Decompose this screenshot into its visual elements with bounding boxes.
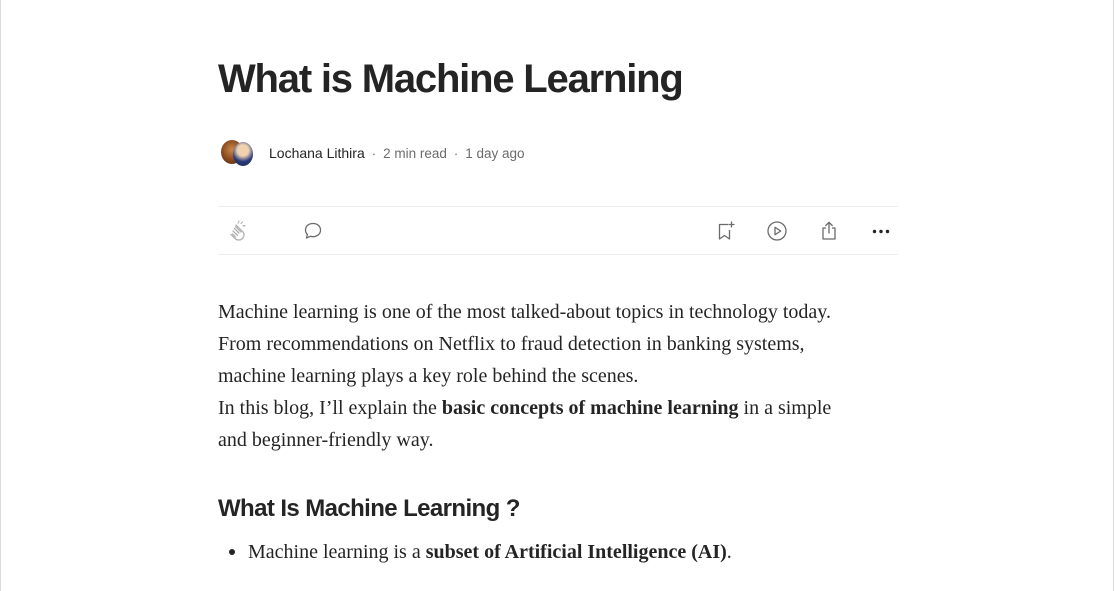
intro-paragraph: Machine learning is one of the most talk… — [218, 296, 908, 392]
paragraph-line: and beginner-friendly way. — [218, 429, 434, 451]
bookmark-add-icon[interactable] — [713, 219, 737, 243]
paragraph-line: machine learning plays a key role behind… — [218, 365, 639, 387]
avatar-image-right — [233, 142, 253, 166]
section-heading: What Is Machine Learning ? — [218, 495, 520, 522]
list-item-text: Machine learning is a — [248, 541, 426, 563]
read-time: 2 min read — [383, 145, 447, 161]
comment-icon[interactable] — [301, 219, 325, 243]
bullet-list: Machine learning is a subset of Artifici… — [218, 536, 918, 568]
emphasis-text: basic concepts of machine learning — [441, 397, 739, 419]
list-item-text: . — [726, 541, 732, 563]
paragraph-text: in a simple — [738, 397, 832, 419]
author-name[interactable]: Lochana Lithira — [269, 145, 365, 161]
author-avatar[interactable] — [221, 138, 255, 168]
publish-date: 1 day ago — [465, 145, 525, 161]
byline-separator: · — [371, 145, 377, 161]
article-title: What is Machine Learning — [218, 57, 684, 101]
byline-separator: · — [453, 145, 459, 161]
more-icon[interactable] — [869, 219, 893, 243]
paragraph-line: Machine learning is one of the most talk… — [218, 301, 831, 323]
paragraph-text: In this blog, I’ll explain the — [218, 397, 442, 419]
article-action-bar — [218, 206, 898, 255]
play-icon[interactable] — [765, 219, 789, 243]
byline: Lochana Lithira · 2 min read · 1 day ago — [218, 137, 525, 169]
article-body: Machine learning is one of the most talk… — [218, 296, 908, 456]
clap-icon[interactable] — [226, 219, 250, 243]
emphasis-text: subset of Artificial Intelligence (AI) — [425, 541, 727, 563]
share-icon[interactable] — [817, 219, 841, 243]
list-item: Machine learning is a subset of Artifici… — [218, 536, 918, 568]
paragraph-line: From recommendations on Netflix to fraud… — [218, 333, 805, 355]
blog-intent-paragraph: In this blog, I’ll explain the basic con… — [218, 392, 908, 456]
